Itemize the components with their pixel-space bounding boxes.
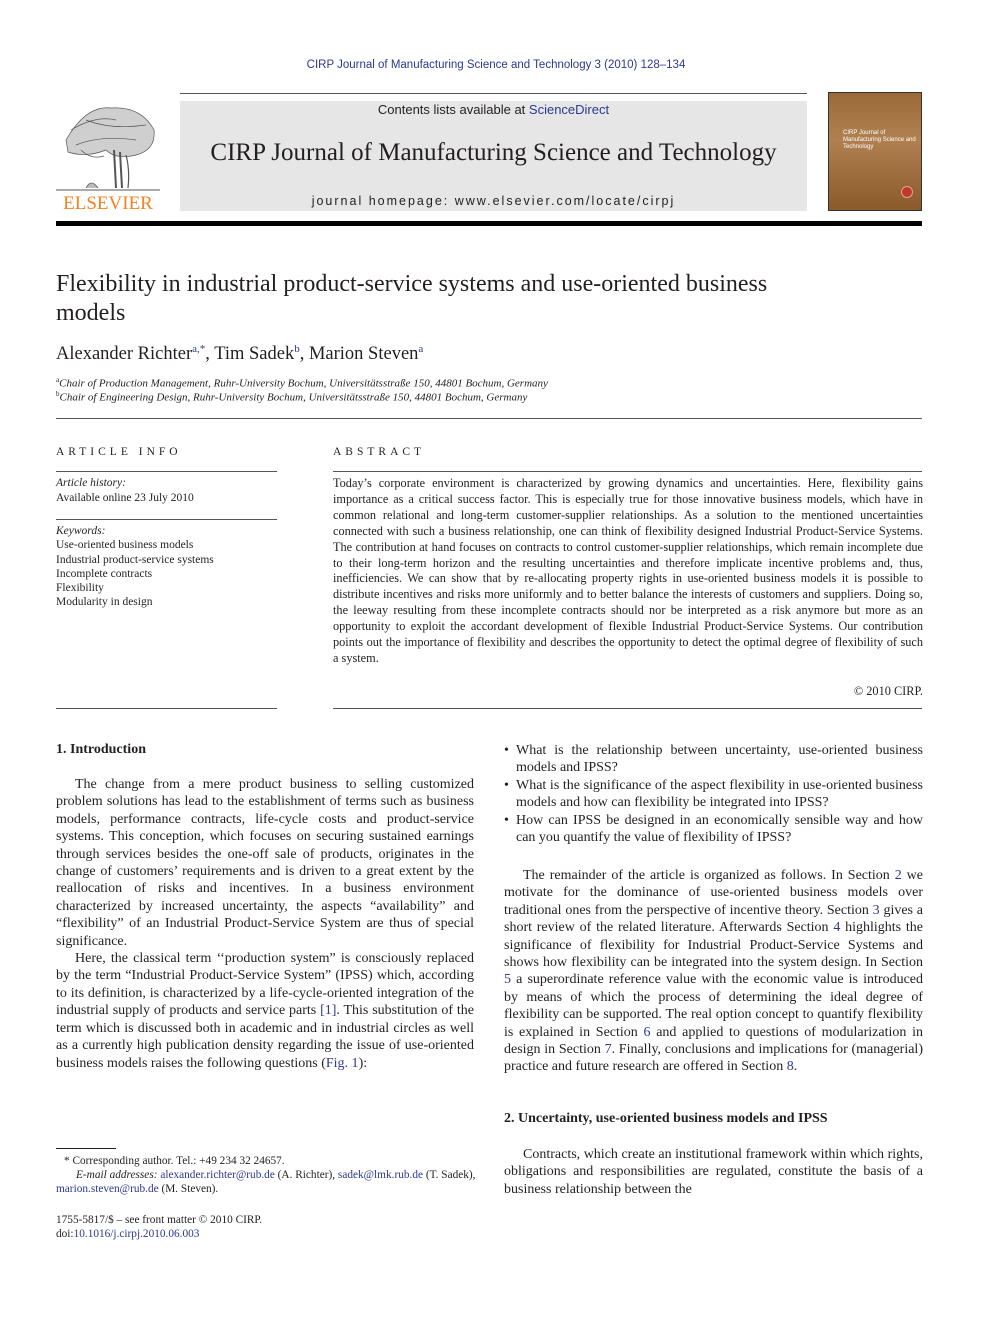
section-link[interactable]: 6 <box>644 1025 651 1040</box>
email-link[interactable]: marion.steven@rub.de <box>56 1183 159 1195</box>
publisher-logo-text: ELSEVIER <box>63 193 153 214</box>
affiliation: aChair of Production Management, Ruhr-Un… <box>56 376 548 390</box>
divider <box>56 418 922 419</box>
divider <box>333 708 922 709</box>
doi-line: doi:10.1016/j.cirpj.2010.06.003 <box>56 1227 476 1241</box>
keywords-label: Keywords: <box>56 525 106 537</box>
abstract-text: Today’s corporate environment is charact… <box>333 476 923 665</box>
email-footnote: E-mail addresses: alexander.richter@rub.… <box>56 1169 476 1195</box>
author-name: Alexander Richter <box>56 344 193 365</box>
divider <box>56 708 277 709</box>
issn-line: 1755-5817/$ – see front matter © 2010 CI… <box>56 1214 263 1226</box>
section2-body: Contracts, which create an institutional… <box>504 1146 923 1198</box>
keyword: Flexibility <box>56 582 104 594</box>
body-column-left: The change from a mere product business … <box>56 776 474 1072</box>
figure-link[interactable]: Fig. 1 <box>326 1056 359 1071</box>
affiliation-text: Chair of Production Management, Ruhr-Uni… <box>59 377 548 390</box>
email-label: E-mail addresses: <box>76 1169 158 1181</box>
footnote-rule <box>56 1148 116 1149</box>
paragraph: The change from a mere product business … <box>56 777 474 949</box>
citation-link[interactable]: [1] <box>320 1003 336 1018</box>
section-link[interactable]: 7 <box>605 1042 612 1057</box>
section-heading: 1. Introduction <box>56 742 146 757</box>
text-run: The remainder of the article is organize… <box>523 868 895 883</box>
masthead-bottom-rule <box>56 221 922 226</box>
section-link[interactable]: 2 <box>895 868 902 883</box>
author-list: Alexander Richtera,*, Tim Sadekb, Marion… <box>56 343 424 365</box>
affiliation: bChair of Engineering Design, Ruhr-Unive… <box>56 390 527 404</box>
affiliation-text: Chair of Engineering Design, Ruhr-Univer… <box>59 391 528 404</box>
journal-cover-title: CIRP Journal of Manufacturing Science an… <box>843 130 916 150</box>
research-questions-list: What is the relationship between uncerta… <box>504 742 923 846</box>
keyword: Incomplete contracts <box>56 568 153 580</box>
cirp-seal-icon <box>901 186 913 198</box>
corresponding-author-note: * Corresponding author. Tel.: +49 234 32… <box>64 1155 285 1167</box>
email-link[interactable]: sadek@lmk.rub.de <box>338 1169 423 1181</box>
keyword: Modularity in design <box>56 596 153 608</box>
email-link[interactable]: alexander.richter@rub.de <box>160 1169 275 1181</box>
article-title: Flexibility in industrial product-servic… <box>56 271 768 326</box>
journal-homepage-link[interactable]: journal homepage: www.elsevier.com/locat… <box>180 194 807 208</box>
divider <box>56 471 277 472</box>
paragraph: Contracts, which create an institutional… <box>504 1147 923 1197</box>
running-head[interactable]: CIRP Journal of Manufacturing Science an… <box>0 59 992 71</box>
abstract-copyright: © 2010 CIRP. <box>853 684 923 698</box>
keyword: Use-oriented business models <box>56 539 194 551</box>
remainder-paragraph-block: The remainder of the article is organize… <box>504 867 923 1076</box>
email-owner: (M. Steven). <box>161 1183 219 1195</box>
contents-prefix: Contents lists available at <box>377 102 529 117</box>
section-heading: 2. Uncertainty, use-oriented business mo… <box>504 1111 828 1126</box>
email-owner: (A. Richter) <box>277 1169 333 1181</box>
doi-link[interactable]: 10.1016/j.cirpj.2010.06.003 <box>74 1228 200 1240</box>
masthead-top-rule <box>180 93 807 94</box>
list-item: What is the significance of the aspect f… <box>504 777 923 812</box>
text-run: ): <box>358 1055 368 1071</box>
divider <box>333 471 922 472</box>
article-history-value: Available online 23 July 2010 <box>56 492 194 504</box>
section-link[interactable]: 8 <box>787 1059 794 1074</box>
journal-title: CIRP Journal of Manufacturing Science an… <box>210 139 777 166</box>
sciencedirect-link[interactable]: ScienceDirect <box>529 102 609 117</box>
author-affiliation-link[interactable]: a,* <box>192 343 205 355</box>
doi-prefix: doi: <box>56 1228 74 1240</box>
list-item: How can IPSS be designed in an economica… <box>504 812 923 847</box>
divider <box>56 519 277 520</box>
list-item: What is the relationship between uncerta… <box>504 742 923 777</box>
abstract-heading: ABSTRACT <box>333 446 426 458</box>
body-column-right: What is the relationship between uncerta… <box>504 742 923 846</box>
author-affiliation-link[interactable]: b <box>294 343 300 355</box>
author-name: Marion Steven <box>308 344 419 365</box>
text-run: . <box>793 1059 798 1075</box>
keyword: Industrial product-service systems <box>56 554 214 566</box>
author-affiliation-link[interactable]: a <box>418 343 423 355</box>
section-link[interactable]: 5 <box>504 972 511 987</box>
author-name: Tim Sadek <box>214 344 295 365</box>
paragraph: The remainder of the article is organize… <box>504 867 923 1076</box>
paragraph: Here, the classical term ‘‘production sy… <box>56 950 474 1072</box>
article-info-heading: ARTICLE INFO <box>56 446 182 458</box>
email-owner: (T. Sadek) <box>425 1169 473 1181</box>
section-link[interactable]: 3 <box>873 903 880 918</box>
contents-line: Contents lists available at ScienceDirec… <box>180 102 807 117</box>
article-history-label: Article history: <box>56 477 126 489</box>
